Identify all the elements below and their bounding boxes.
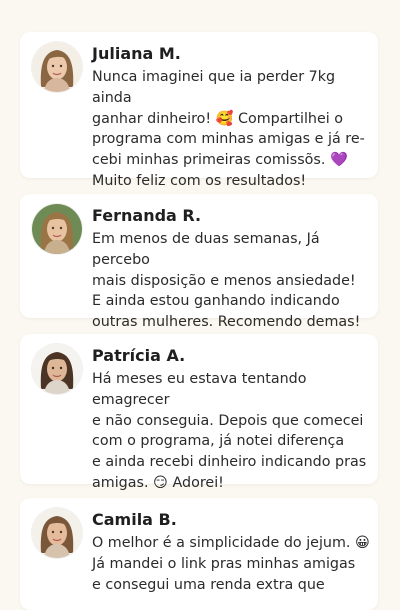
author-name: Patrícia A. — [92, 346, 186, 365]
testimonial-card: Juliana M. Nunca imaginei que ia perder … — [20, 32, 378, 189]
testimonial-card: Camila B. O melhor é a simplicidade do j… — [20, 498, 378, 610]
testimonial-card: Patrícia A. Há meses eu estava tentando … — [20, 334, 378, 491]
testimonial-text: Há meses eu estava tentando emagrecer e … — [92, 371, 367, 491]
testimonial-card: Fernanda R. Em menos de duas semanas, Já… — [20, 194, 378, 330]
testimonial-text: O melhor é a simplicidade do jejum. 😀 Já… — [92, 535, 370, 593]
avatar — [32, 42, 82, 92]
author-name: Fernanda R. — [92, 206, 202, 225]
author-name: Juliana M. — [92, 44, 181, 63]
testimonial-text: Nunca imaginei que ia perder 7kg ainda g… — [92, 69, 365, 189]
avatar — [32, 508, 82, 558]
avatar — [32, 204, 82, 254]
avatar — [32, 344, 82, 394]
author-name: Camila B. — [92, 510, 177, 529]
testimonial-text: Em menos de duas semanas, Já percebo mai… — [92, 231, 361, 331]
